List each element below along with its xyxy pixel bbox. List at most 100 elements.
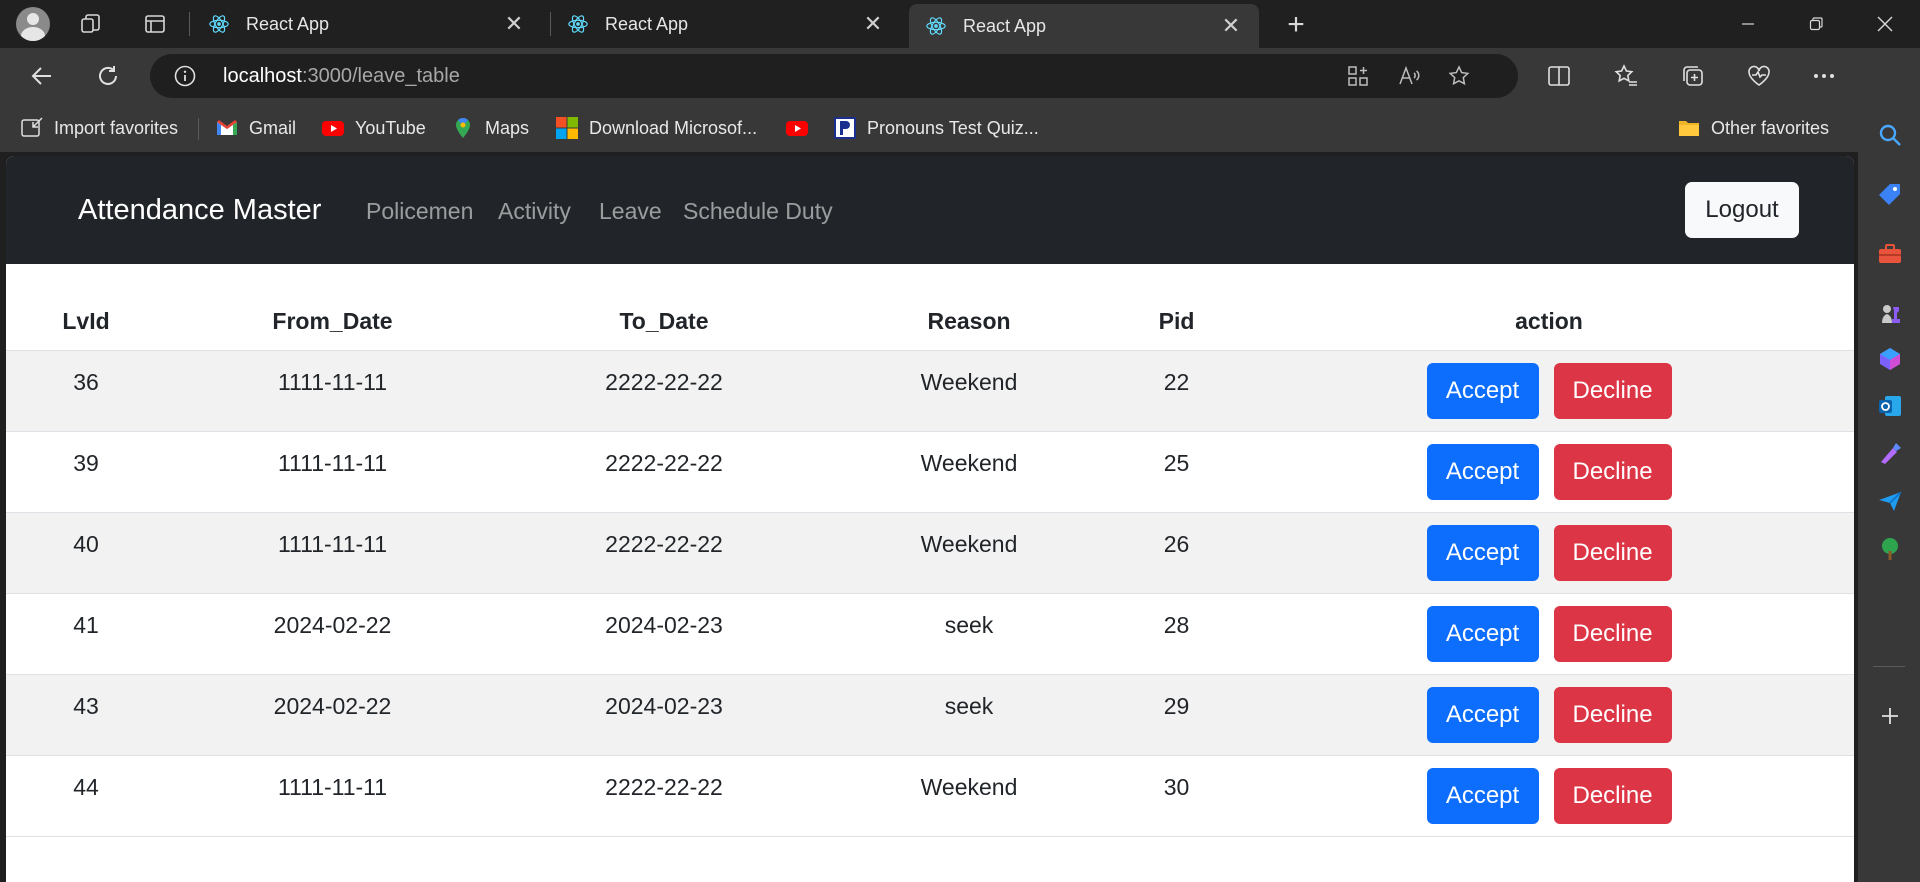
table-row: 43 2024-02-22 2024-02-23 seek 29 Accept D… bbox=[6, 674, 1854, 756]
microsoft-icon bbox=[556, 117, 578, 139]
favorite-pronouns-quiz[interactable]: Pronouns Test Quiz... bbox=[833, 116, 1039, 140]
cell-to-date: 2222-22-22 bbox=[499, 431, 829, 513]
favorite-youtube-2[interactable] bbox=[785, 116, 819, 140]
favorite-label: Other favorites bbox=[1711, 117, 1830, 138]
back-icon[interactable] bbox=[26, 60, 58, 92]
tab-actions-icon[interactable] bbox=[143, 12, 167, 36]
decline-button[interactable]: Decline bbox=[1553, 524, 1672, 581]
decline-button[interactable]: Decline bbox=[1553, 605, 1672, 662]
gmail-icon bbox=[217, 120, 237, 135]
app-available-icon[interactable] bbox=[1346, 64, 1370, 88]
cell-to-date: 2222-22-22 bbox=[499, 512, 829, 594]
designer-icon[interactable] bbox=[1877, 440, 1903, 466]
split-screen-icon[interactable] bbox=[1545, 62, 1573, 90]
maps-icon bbox=[456, 117, 470, 138]
minimize-icon[interactable] bbox=[1718, 6, 1778, 42]
import-favorites-icon bbox=[21, 117, 43, 137]
tab-title: React App bbox=[246, 13, 330, 34]
tools-briefcase-icon[interactable] bbox=[1877, 241, 1903, 267]
collections-icon[interactable] bbox=[1679, 62, 1707, 90]
table-row: 41 2024-02-22 2024-02-23 seek 28 Accept D… bbox=[6, 593, 1854, 675]
column-header-action: action bbox=[1244, 294, 1854, 351]
accept-button[interactable]: Accept bbox=[1426, 524, 1539, 581]
favorite-youtube[interactable]: YouTube bbox=[321, 116, 426, 140]
new-tab-icon[interactable]: + bbox=[1280, 8, 1312, 42]
cell-lvid: 44 bbox=[6, 755, 166, 837]
accept-button[interactable]: Accept bbox=[1426, 605, 1539, 662]
cell-action: Accept Decline bbox=[1244, 755, 1854, 837]
react-logo-icon bbox=[209, 15, 229, 33]
favorite-label: Pronouns Test Quiz... bbox=[867, 117, 1039, 138]
browser-essentials-icon[interactable] bbox=[1745, 62, 1773, 90]
browser-tabstrip: React App ✕ React App ✕ React App ✕ + bbox=[0, 0, 1920, 48]
cell-action: Accept Decline bbox=[1244, 674, 1854, 756]
nav-link-activity[interactable]: Activity bbox=[498, 198, 571, 225]
workspaces-icon[interactable] bbox=[79, 12, 103, 36]
address-bar[interactable]: localhost:3000/leave_table bbox=[150, 54, 1518, 98]
close-tab-icon[interactable]: ✕ bbox=[1219, 13, 1243, 39]
favorite-import[interactable]: Import favorites bbox=[20, 116, 178, 140]
nav-link-leave[interactable]: Leave bbox=[599, 198, 662, 225]
cell-action: Accept Decline bbox=[1244, 512, 1854, 594]
browser-tab-1[interactable]: React App ✕ bbox=[192, 4, 542, 44]
column-header-reason: Reason bbox=[829, 294, 1109, 351]
cell-lvid: 36 bbox=[6, 350, 166, 432]
column-header-pid: Pid bbox=[1109, 294, 1244, 351]
microsoft-365-icon[interactable] bbox=[1877, 346, 1903, 372]
favorite-microsoft[interactable]: Download Microsof... bbox=[555, 116, 757, 140]
nav-link-schedule-duty[interactable]: Schedule Duty bbox=[683, 198, 833, 225]
send-plane-icon[interactable] bbox=[1877, 488, 1903, 514]
accept-button[interactable]: Accept bbox=[1426, 443, 1539, 500]
cell-from-date: 1111-11-11 bbox=[166, 755, 499, 837]
logout-button[interactable]: Logout bbox=[1685, 182, 1799, 238]
table-row: 40 1111-11-11 2222-22-22 Weekend 26 Acce… bbox=[6, 512, 1854, 594]
cell-action: Accept Decline bbox=[1244, 350, 1854, 432]
favorite-star-icon[interactable] bbox=[1447, 64, 1471, 88]
accept-button[interactable]: Accept bbox=[1426, 686, 1539, 743]
cell-lvid: 39 bbox=[6, 431, 166, 513]
search-icon[interactable] bbox=[1877, 122, 1903, 148]
add-sidebar-app-icon[interactable] bbox=[1877, 703, 1903, 729]
nav-link-policemen[interactable]: Policemen bbox=[366, 198, 473, 225]
accept-button[interactable]: Accept bbox=[1426, 362, 1539, 419]
react-logo-icon bbox=[568, 15, 588, 33]
favorite-label: Maps bbox=[485, 117, 530, 138]
cell-from-date: 2024-02-22 bbox=[166, 593, 499, 675]
cell-from-date: 1111-11-11 bbox=[166, 431, 499, 513]
favorites-icon[interactable] bbox=[1612, 62, 1640, 90]
shopping-tag-icon[interactable] bbox=[1877, 182, 1903, 208]
decline-button[interactable]: Decline bbox=[1553, 362, 1672, 419]
profile-avatar-icon[interactable] bbox=[16, 7, 50, 41]
tree-icon[interactable] bbox=[1877, 536, 1903, 562]
cell-to-date: 2024-02-23 bbox=[499, 593, 829, 675]
app-brand[interactable]: Attendance Master bbox=[78, 194, 321, 227]
decline-button[interactable]: Decline bbox=[1553, 443, 1672, 500]
close-tab-icon[interactable]: ✕ bbox=[502, 11, 526, 37]
cell-pid: 25 bbox=[1109, 431, 1244, 513]
favorites-bar: Import favorites Gmail YouTube Maps Down… bbox=[0, 104, 1858, 152]
favorite-gmail[interactable]: Gmail bbox=[215, 116, 296, 140]
cell-reason: Weekend bbox=[829, 431, 1109, 513]
browser-tab-2[interactable]: React App ✕ bbox=[551, 4, 901, 44]
reload-icon[interactable] bbox=[92, 60, 124, 92]
url-text[interactable]: localhost:3000/leave_table bbox=[223, 65, 460, 88]
more-options-icon[interactable] bbox=[1810, 62, 1838, 90]
window-close-icon[interactable] bbox=[1855, 6, 1915, 42]
site-info-icon[interactable] bbox=[174, 65, 196, 87]
accept-button[interactable]: Accept bbox=[1426, 767, 1539, 824]
cell-reason: Weekend bbox=[829, 350, 1109, 432]
favorite-maps[interactable]: Maps bbox=[451, 116, 529, 140]
close-tab-icon[interactable]: ✕ bbox=[861, 11, 885, 37]
restore-icon[interactable] bbox=[1786, 6, 1846, 42]
browser-tab-3-active[interactable]: React App ✕ bbox=[909, 4, 1259, 48]
other-favorites-folder[interactable]: Other favorites bbox=[1677, 116, 1829, 140]
games-chess-icon[interactable] bbox=[1877, 301, 1903, 327]
read-aloud-icon[interactable] bbox=[1397, 64, 1421, 88]
table-header-row: LvId From_Date To_Date Reason Pid action bbox=[6, 294, 1854, 351]
cell-action: Accept Decline bbox=[1244, 431, 1854, 513]
outlook-icon[interactable] bbox=[1877, 393, 1903, 419]
decline-button[interactable]: Decline bbox=[1553, 767, 1672, 824]
column-header-from-date: From_Date bbox=[166, 294, 499, 351]
decline-button[interactable]: Decline bbox=[1553, 686, 1672, 743]
folder-icon bbox=[1679, 121, 1699, 136]
